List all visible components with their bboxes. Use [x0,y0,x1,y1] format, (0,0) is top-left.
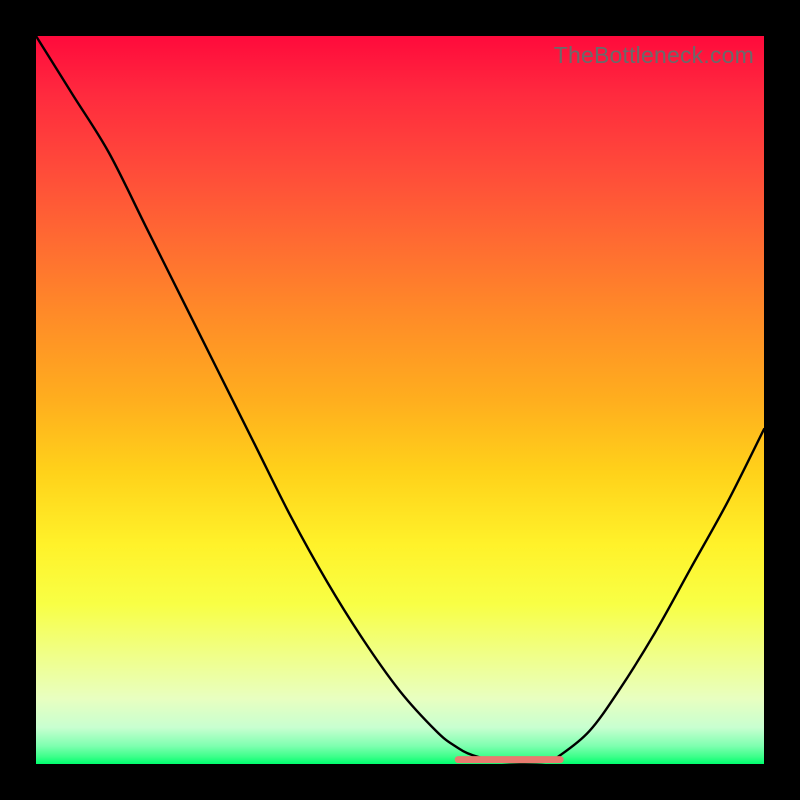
chart-svg [36,36,764,764]
chart-frame: TheBottleneck.com [0,0,800,800]
plot-area: TheBottleneck.com [36,36,764,764]
bottleneck-curve [36,36,764,763]
